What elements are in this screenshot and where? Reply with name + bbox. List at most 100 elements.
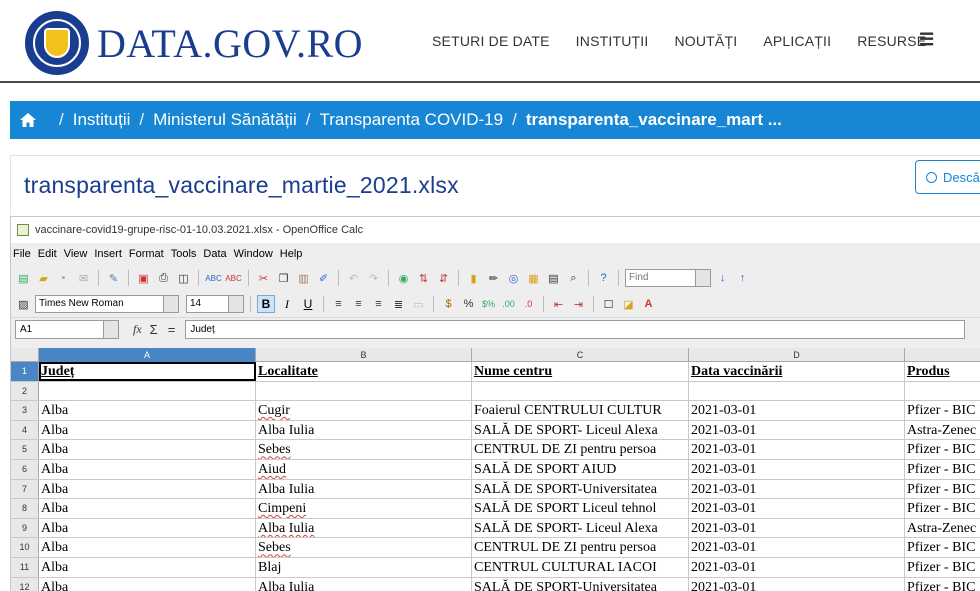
table-cell[interactable]: Alba — [39, 401, 256, 420]
increase-indent-icon[interactable]: ⇥ — [570, 296, 587, 313]
currency-format-icon[interactable]: $ — [440, 296, 457, 313]
borders-icon[interactable]: ☐ — [600, 296, 617, 313]
nav-resources[interactable]: RESURSE — [857, 33, 926, 49]
table-cell[interactable]: Alba — [39, 518, 256, 538]
table-cell[interactable]: Alba — [39, 538, 256, 557]
government-seal-logo[interactable] — [25, 11, 89, 75]
draw-functions-icon[interactable]: ✏ — [485, 270, 502, 287]
table-cell[interactable]: Produs — [905, 362, 980, 381]
clone-formatting-icon[interactable]: ✐ — [315, 270, 332, 287]
open-folder-icon[interactable]: ▰ — [35, 270, 52, 287]
table-cell[interactable]: Alba — [39, 499, 256, 518]
table-cell[interactable] — [689, 381, 905, 401]
help-icon[interactable]: ? — [595, 270, 612, 287]
row-header[interactable]: 7 — [11, 479, 39, 499]
table-cell[interactable]: Cimpeni — [256, 499, 472, 518]
formula-icon[interactable]: = — [168, 322, 176, 337]
bold-button[interactable]: B — [257, 295, 275, 313]
table-cell[interactable]: 2021-03-01 — [689, 557, 905, 577]
table-cell[interactable]: Pfizer - BIC — [905, 460, 980, 479]
site-name[interactable]: DATA.GOV.RO — [97, 20, 363, 67]
column-header-b[interactable]: B — [256, 348, 472, 362]
hamburger-icon[interactable]: ☰ — [919, 30, 934, 50]
row-header[interactable]: 10 — [11, 538, 39, 557]
nav-datasets[interactable]: SETURI DE DATE — [432, 33, 550, 49]
print-preview-icon[interactable]: ◫ — [175, 270, 192, 287]
menu-window[interactable]: Window — [234, 248, 273, 260]
underline-button[interactable]: U — [299, 295, 317, 313]
row-header[interactable]: 12 — [11, 577, 39, 591]
table-cell[interactable]: Alba — [39, 557, 256, 577]
table-cell[interactable]: 2021-03-01 — [689, 499, 905, 518]
breadcrumb-dataset[interactable]: Transparenta COVID-19 — [319, 110, 503, 130]
align-left-icon[interactable]: ≡ — [330, 296, 347, 313]
table-cell[interactable]: CENTRUL CULTURAL IACOI — [472, 557, 689, 577]
menu-data[interactable]: Data — [203, 248, 226, 260]
menu-format[interactable]: Format — [129, 248, 164, 260]
table-cell[interactable]: Alba Iulia — [256, 518, 472, 538]
copy-icon[interactable]: ❐ — [275, 270, 292, 287]
table-cell[interactable]: Pfizer - BIC — [905, 440, 980, 459]
table-cell[interactable]: SALĂ DE SPORT-Universitatea — [472, 577, 689, 591]
redo-icon[interactable]: ↷ — [365, 270, 382, 287]
background-color-icon[interactable]: ◪ — [620, 296, 637, 313]
justify-icon[interactable]: ≣ — [390, 296, 407, 313]
home-icon[interactable] — [20, 113, 36, 127]
table-cell[interactable]: 2021-03-01 — [689, 420, 905, 440]
row-header[interactable]: 5 — [11, 440, 39, 459]
table-cell[interactable]: SALĂ DE SPORT- Liceul Alexa — [472, 518, 689, 538]
table-cell[interactable]: Alba — [39, 459, 256, 479]
table-cell[interactable]: 2021-03-01 — [689, 440, 905, 459]
menu-view[interactable]: View — [64, 248, 88, 260]
table-cell[interactable]: Blaj — [256, 557, 472, 577]
table-cell[interactable]: Pfizer - BIC — [905, 558, 980, 577]
function-wizard-icon[interactable]: fx — [133, 322, 142, 337]
sort-ascending-icon[interactable]: ⇅ — [415, 270, 432, 287]
add-decimal-icon[interactable]: .00 — [500, 296, 517, 313]
table-cell[interactable]: Alba Iulia — [256, 577, 472, 591]
gallery-icon[interactable]: ▦ — [525, 270, 542, 287]
table-cell[interactable]: Pfizer - BIC — [905, 480, 980, 499]
download-button[interactable]: Descă — [915, 160, 980, 194]
table-cell[interactable]: Pfizer - BIC — [905, 401, 980, 420]
table-cell[interactable]: Pfizer - BIC — [905, 538, 980, 557]
table-cell[interactable]: Foaierul CENTRULUI CULTUR — [472, 401, 689, 420]
nav-news[interactable]: NOUTĂȚI — [674, 33, 737, 49]
font-name-select[interactable]: Times New Roman — [35, 295, 179, 313]
row-header[interactable]: 3 — [11, 401, 39, 420]
table-cell[interactable] — [472, 381, 689, 401]
table-cell[interactable]: Cugir — [256, 401, 472, 420]
menu-insert[interactable]: Insert — [94, 248, 122, 260]
table-cell[interactable]: 2021-03-01 — [689, 479, 905, 499]
table-cell[interactable]: Alba Iulia — [256, 420, 472, 440]
table-cell[interactable]: 2021-03-01 — [689, 459, 905, 479]
formula-input[interactable]: Județ — [185, 320, 966, 339]
zoom-icon[interactable]: ⌕ — [565, 270, 582, 287]
menu-edit[interactable]: Edit — [38, 248, 57, 260]
merge-cells-icon[interactable]: ▭ — [410, 296, 427, 313]
table-cell[interactable]: 2021-03-01 — [689, 538, 905, 557]
table-cell[interactable] — [905, 382, 980, 401]
table-cell[interactable]: SALĂ DE SPORT Liceul tehnol — [472, 499, 689, 518]
export-pdf-icon[interactable]: ▣ — [135, 270, 152, 287]
navigator-icon[interactable]: ◎ — [505, 270, 522, 287]
nav-institutions[interactable]: INSTITUȚII — [576, 33, 649, 49]
table-cell[interactable] — [256, 381, 472, 401]
menu-help[interactable]: Help — [280, 248, 303, 260]
table-cell[interactable]: Aiud — [256, 459, 472, 479]
table-cell[interactable]: SALĂ DE SPORT- Liceul Alexa — [472, 420, 689, 440]
table-cell[interactable]: Alba — [39, 479, 256, 499]
paste-icon[interactable]: ▥ — [295, 270, 312, 287]
column-header-c[interactable]: C — [472, 348, 689, 362]
email-icon[interactable]: ✉ — [75, 270, 92, 287]
find-previous-icon[interactable]: ↑ — [734, 270, 751, 287]
table-cell[interactable]: SALĂ DE SPORT-Universitatea — [472, 479, 689, 499]
autospellcheck-icon[interactable]: ABC — [225, 270, 242, 287]
find-next-icon[interactable]: ↓ — [714, 270, 731, 287]
hyperlink-icon[interactable]: ◉ — [395, 270, 412, 287]
row-header[interactable]: 8 — [11, 499, 39, 518]
align-right-icon[interactable]: ≡ — [370, 296, 387, 313]
table-cell[interactable]: Localitate — [256, 362, 472, 381]
column-header-a[interactable]: A — [39, 348, 256, 362]
decrease-indent-icon[interactable]: ⇤ — [550, 296, 567, 313]
